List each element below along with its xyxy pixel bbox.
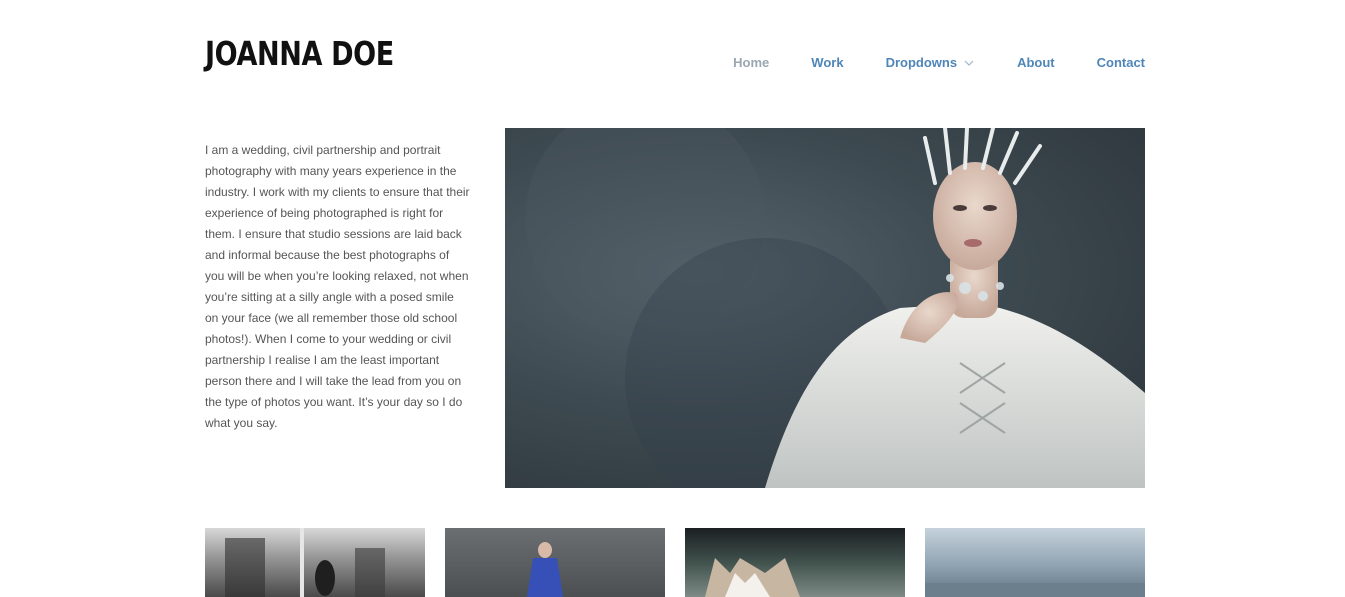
thumbnail-grid [205, 528, 1145, 597]
chevron-down-icon [963, 58, 975, 68]
nav-dropdowns[interactable]: Dropdowns [886, 55, 976, 70]
thumbnail-2[interactable] [445, 528, 665, 597]
nav-home[interactable]: Home [733, 55, 769, 70]
nav-contact-label: Contact [1096, 55, 1145, 70]
site-header: JOANNA DOE Home Work Dropdowns About Con… [205, 30, 1145, 90]
nav-home-label: Home [733, 55, 770, 70]
nav-work[interactable]: Work [811, 55, 843, 70]
main-nav: Home Work Dropdowns About Contact [691, 55, 1145, 70]
nav-about[interactable]: About [1017, 55, 1055, 70]
bio-text: I am a wedding, civil partnership and po… [205, 143, 470, 430]
thumbnail-4[interactable] [925, 528, 1145, 597]
thumbnail-1[interactable] [205, 528, 425, 597]
nav-about-label: About [1017, 55, 1055, 70]
nav-work-label: Work [811, 55, 844, 70]
page: JOANNA DOE Home Work Dropdowns About Con… [0, 0, 1345, 597]
nav-dropdowns-label: Dropdowns [885, 55, 958, 70]
site-logo[interactable]: JOANNA DOE [205, 30, 394, 78]
nav-contact[interactable]: Contact [1097, 55, 1145, 70]
hero-image [505, 128, 1145, 488]
thumbnail-3[interactable] [685, 528, 905, 597]
